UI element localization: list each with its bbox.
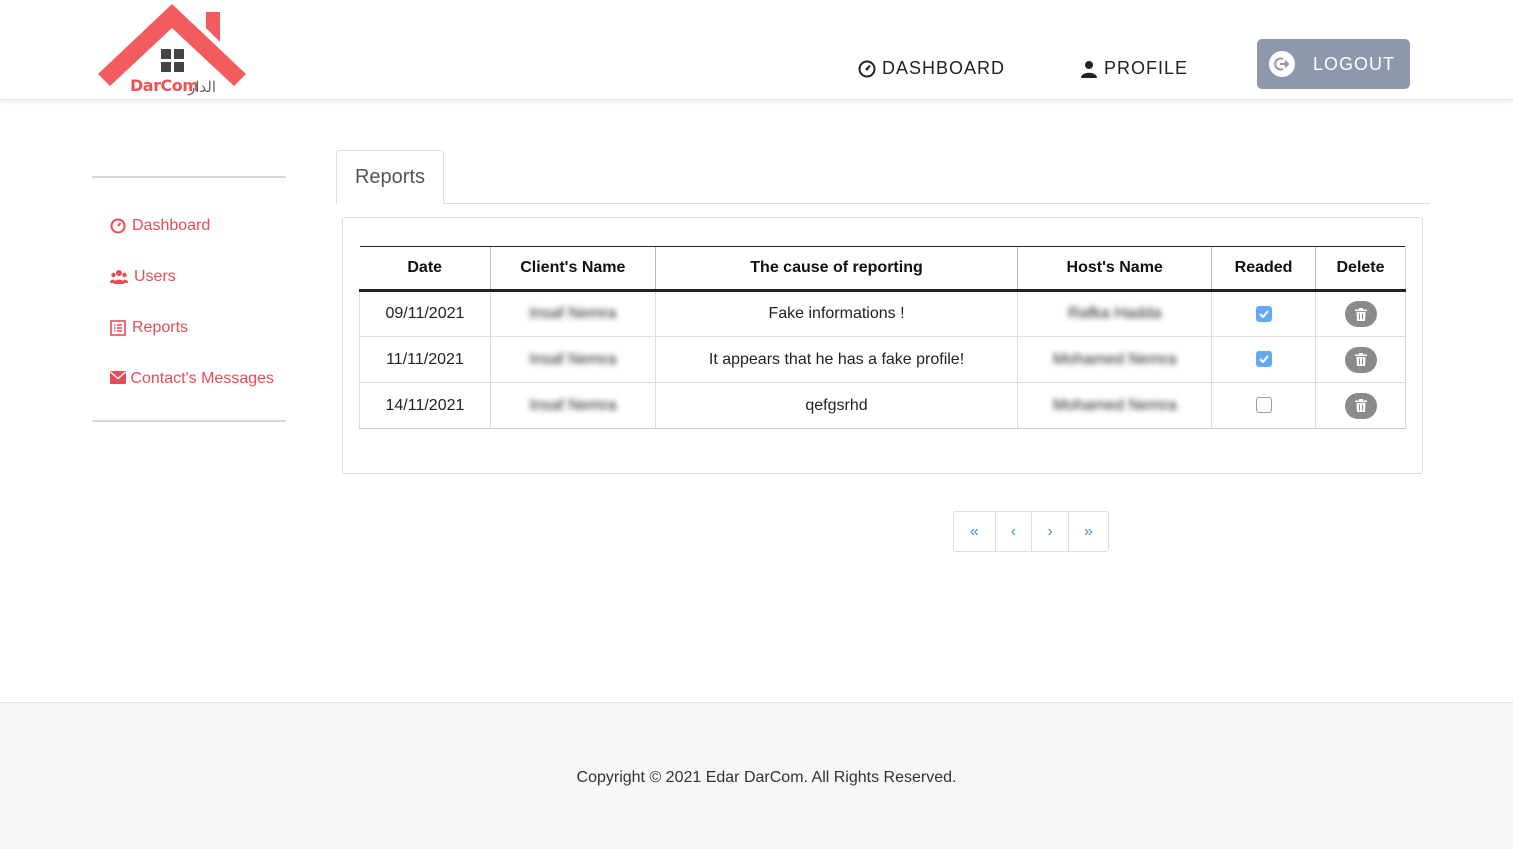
reports-panel: Date Client's Name The cause of reportin… bbox=[342, 217, 1423, 474]
pagination-next[interactable]: › bbox=[1031, 512, 1068, 551]
cell-date: 09/11/2021 bbox=[359, 290, 491, 337]
cell-host-name: Rafka Hadda bbox=[1017, 290, 1212, 337]
copyright-text: Copyright © 2021 Edar DarCom. All Rights… bbox=[576, 769, 957, 786]
list-icon bbox=[110, 320, 126, 336]
cell-delete bbox=[1315, 382, 1406, 429]
reports-table: Date Client's Name The cause of reportin… bbox=[359, 246, 1406, 429]
cell-readed bbox=[1211, 382, 1316, 429]
top-header: DarCom الدار DASHBOARD PROFILE LOGOUT bbox=[0, 0, 1513, 100]
dashboard-icon bbox=[858, 60, 876, 77]
sidebar-item-reports[interactable]: Reports bbox=[110, 316, 286, 339]
dashboard-icon bbox=[110, 218, 126, 234]
cell-delete bbox=[1315, 336, 1406, 383]
cell-readed bbox=[1211, 290, 1316, 337]
column-header-cause[interactable]: The cause of reporting bbox=[654, 246, 1018, 292]
cell-client-name: Insaf Nemra bbox=[489, 382, 656, 429]
cell-cause: Fake informations ! bbox=[654, 290, 1018, 337]
sidebar-bottom-divider bbox=[92, 420, 286, 422]
sidebar-item-label: Reports bbox=[132, 319, 189, 336]
sidebar-item-label: Dashboard bbox=[132, 217, 211, 234]
darcom-logo[interactable]: DarCom الدار bbox=[96, 2, 250, 100]
sidebar-item-label: Contact's Messages bbox=[130, 370, 275, 387]
sidebar-item-label: Users bbox=[134, 268, 176, 285]
user-icon bbox=[1081, 60, 1097, 78]
logo-arabic-text: الدار bbox=[188, 78, 217, 96]
delete-button[interactable] bbox=[1344, 346, 1377, 373]
nav-profile-label: PROFILE bbox=[1104, 58, 1189, 78]
cell-cause: It appears that he has a fake profile! bbox=[654, 336, 1018, 383]
sidebar-item-dashboard[interactable]: Dashboard bbox=[110, 214, 286, 237]
table-row: 11/11/2021 Insaf Nemra It appears that h… bbox=[359, 336, 1406, 383]
table-row: 14/11/2021 Insaf Nemra qefgsrhd Mohamed … bbox=[359, 382, 1406, 429]
pagination: « ‹ › » bbox=[953, 511, 1109, 552]
cell-host-name: Mohamed Nemra bbox=[1017, 336, 1212, 383]
readed-checkbox[interactable] bbox=[1255, 397, 1272, 414]
column-header-readed[interactable]: Readed bbox=[1211, 246, 1316, 292]
readed-checkbox[interactable] bbox=[1255, 305, 1272, 322]
cell-delete bbox=[1315, 290, 1406, 337]
cell-host-name: Mohamed Nemra bbox=[1017, 382, 1212, 429]
nav-dashboard-label: DASHBOARD bbox=[882, 58, 1006, 78]
checkmark-icon bbox=[1258, 355, 1269, 364]
delete-button[interactable] bbox=[1344, 392, 1377, 419]
column-header-delete[interactable]: Delete bbox=[1315, 246, 1406, 292]
column-header-client[interactable]: Client's Name bbox=[489, 246, 656, 292]
users-icon bbox=[110, 270, 128, 284]
logout-icon bbox=[1269, 51, 1295, 77]
checkmark-icon bbox=[1258, 310, 1269, 318]
tab-reports[interactable]: Reports bbox=[336, 150, 444, 204]
trash-icon bbox=[1354, 353, 1367, 366]
delete-button[interactable] bbox=[1344, 301, 1377, 327]
nav-profile-link[interactable]: PROFILE bbox=[1080, 58, 1188, 79]
pagination-prev[interactable]: ‹ bbox=[995, 512, 1031, 551]
tab-bar-line bbox=[336, 203, 1430, 204]
column-header-date[interactable]: Date bbox=[359, 246, 491, 292]
cell-cause: qefgsrhd bbox=[654, 382, 1018, 429]
logout-button[interactable]: LOGOUT bbox=[1257, 39, 1410, 89]
pagination-last[interactable]: » bbox=[1068, 512, 1108, 551]
cell-date: 14/11/2021 bbox=[359, 382, 491, 429]
column-header-host[interactable]: Host's Name bbox=[1017, 246, 1212, 292]
envelope-icon bbox=[110, 371, 126, 384]
trash-icon bbox=[1354, 307, 1367, 321]
table-header-row: Date Client's Name The cause of reportin… bbox=[359, 246, 1406, 292]
sidebar-item-contact-messages[interactable]: Contact's Messages bbox=[110, 367, 286, 390]
trash-icon bbox=[1354, 399, 1367, 412]
cell-client-name: Insaf Nemra bbox=[489, 290, 656, 337]
footer: Copyright © 2021 Edar DarCom. All Rights… bbox=[0, 702, 1513, 849]
readed-checkbox[interactable] bbox=[1255, 351, 1272, 368]
cell-client-name: Insaf Nemra bbox=[489, 336, 656, 383]
table-row: 09/11/2021 Insaf Nemra Fake informations… bbox=[359, 290, 1406, 337]
pagination-first[interactable]: « bbox=[954, 512, 995, 551]
sidebar: Dashboard Users Reports Contact's Messag… bbox=[92, 176, 286, 422]
logout-label: LOGOUT bbox=[1313, 53, 1396, 74]
sidebar-menu: Dashboard Users Reports Contact's Messag… bbox=[92, 178, 286, 420]
sidebar-item-users[interactable]: Users bbox=[110, 265, 286, 288]
nav-dashboard-link[interactable]: DASHBOARD bbox=[858, 58, 1005, 79]
cell-date: 11/11/2021 bbox=[359, 336, 491, 383]
cell-readed bbox=[1211, 336, 1316, 383]
